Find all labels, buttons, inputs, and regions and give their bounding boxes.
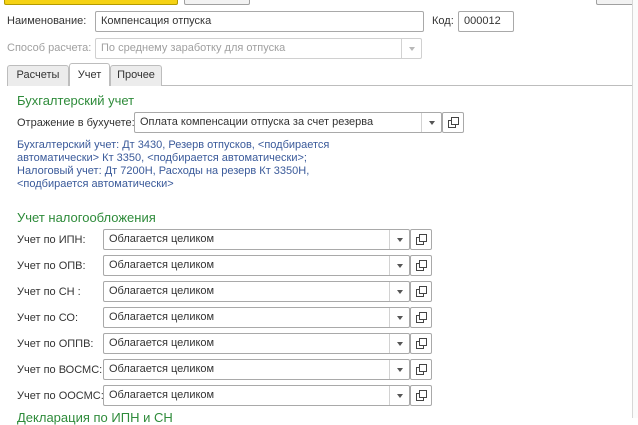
tax-oppv-select[interactable]: Облагается целиком [103, 333, 410, 354]
tab-calculations[interactable]: Расчеты [7, 65, 69, 86]
tax-so-select[interactable]: Облагается целиком [103, 307, 410, 328]
open-icon [416, 338, 427, 349]
chevron-down-icon[interactable] [389, 230, 409, 249]
code-field[interactable]: 000012 [458, 11, 514, 32]
chevron-down-icon[interactable] [389, 256, 409, 275]
open-icon [416, 234, 427, 245]
secondary-button[interactable] [184, 0, 250, 5]
tax-ipn-label: Учет по ИПН: [17, 234, 86, 246]
tax-vosms-label: Учет по ВОСМС: [17, 364, 103, 376]
tax-ipn-value: Облагается целиком [109, 233, 215, 245]
open-icon [448, 117, 459, 128]
tax-ipn-select[interactable]: Облагается целиком [103, 229, 410, 250]
open-icon [416, 364, 427, 375]
tax-sn-select[interactable]: Облагается целиком [103, 281, 410, 302]
tax-oppv-label: Учет по ОППВ: [17, 338, 94, 350]
chevron-down-icon[interactable] [389, 282, 409, 301]
tax-oppv-value: Облагается целиком [109, 337, 215, 349]
accounting-section-title: Бухгалтерский учет [17, 93, 135, 108]
reflection-value: Оплата компенсации отпуска за счет резер… [140, 116, 374, 128]
accounting-info-line-4: <подбирается автоматически> [17, 178, 174, 190]
chevron-down-icon[interactable] [389, 360, 409, 379]
code-label: Код: [432, 15, 454, 27]
name-field[interactable]: Компенсация отпуска [95, 11, 424, 32]
reflection-select[interactable]: Оплата компенсации отпуска за счет резер… [134, 112, 442, 133]
reflection-open-button[interactable] [442, 112, 464, 133]
open-icon [416, 312, 427, 323]
accounting-info-line-3: Налоговый учет: Дт 7200Н, Расходы на рез… [17, 165, 310, 177]
tax-oosms-label: Учет по ООСМС: [17, 390, 104, 402]
open-icon [416, 260, 427, 271]
tax-oosms-select[interactable]: Облагается целиком [103, 385, 410, 406]
code-value: 000012 [464, 15, 501, 27]
name-value: Компенсация отпуска [101, 15, 212, 27]
primary-button[interactable] [4, 0, 178, 5]
tax-vosms-open-button[interactable] [410, 359, 432, 380]
open-icon [416, 286, 427, 297]
tax-sn-label: Учет по СН : [17, 286, 81, 298]
tax-vosms-value: Облагается целиком [109, 363, 215, 375]
tax-oosms-open-button[interactable] [410, 385, 432, 406]
calc-method-select: По среднему заработку для отпуска [95, 38, 422, 59]
tax-so-open-button[interactable] [410, 307, 432, 328]
reflection-label: Отражение в бухучете: [17, 117, 135, 129]
chevron-down-icon[interactable] [389, 334, 409, 353]
tax-opv-label: Учет по ОПВ: [17, 260, 86, 272]
tax-so-value: Облагается целиком [109, 311, 215, 323]
tax-sn-open-button[interactable] [410, 281, 432, 302]
tax-opv-open-button[interactable] [410, 255, 432, 276]
tax-opv-select[interactable]: Облагается целиком [103, 255, 410, 276]
accounting-info-line-1: Бухгалтерский учет: Дт 3430, Резерв отпу… [17, 139, 330, 151]
name-label: Наименование: [7, 15, 87, 27]
accounting-info-line-2: автоматически> Кт 3350, <подбирается авт… [17, 152, 307, 164]
chevron-down-icon[interactable] [389, 308, 409, 327]
calc-method-value: По среднему заработку для отпуска [101, 42, 286, 54]
tax-sn-value: Облагается целиком [109, 285, 215, 297]
window-edge [632, 0, 638, 418]
tax-so-label: Учет по СО: [17, 312, 79, 324]
tab-accounting[interactable]: Учет [69, 63, 110, 86]
chevron-down-icon [401, 39, 421, 58]
chevron-down-icon[interactable] [421, 113, 441, 132]
open-icon [416, 390, 427, 401]
tax-vosms-select[interactable]: Облагается целиком [103, 359, 410, 380]
tax-ipn-open-button[interactable] [410, 229, 432, 250]
chevron-down-icon[interactable] [389, 386, 409, 405]
tax-oosms-value: Облагается целиком [109, 389, 215, 401]
tab-other[interactable]: Прочее [110, 65, 162, 86]
calc-method-label: Способ расчета: [7, 42, 92, 54]
tax-oppv-open-button[interactable] [410, 333, 432, 354]
taxation-section-title: Учет налогообложения [17, 210, 156, 225]
tax-opv-value: Облагается целиком [109, 259, 215, 271]
